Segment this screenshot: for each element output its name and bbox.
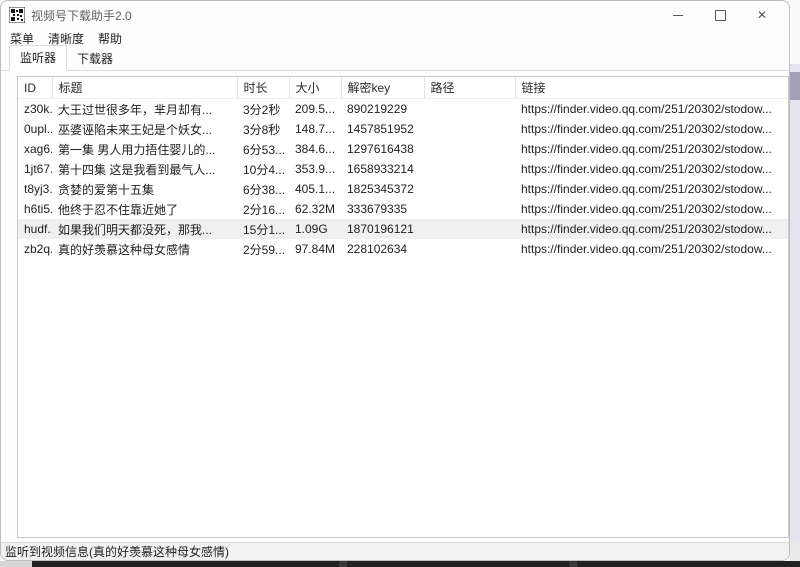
- app-window: 视频号下载助手2.0 ✕ 菜单 清晰度 帮助 监听器 下载器: [0, 0, 790, 561]
- cell-duration: 3分2秒: [237, 99, 289, 120]
- cell-path: [424, 119, 515, 139]
- cell-link: https://finder.video.qq.com/251/20302/st…: [515, 219, 788, 239]
- cell-duration: 2分16...: [237, 199, 289, 219]
- cell-title: 大王过世很多年，芈月却有...: [52, 99, 237, 120]
- table-row[interactable]: t8yj3... 贪婪的爱第十五集 6分38... 405.1... 18253…: [18, 179, 788, 199]
- cell-path: [424, 219, 515, 239]
- cell-title: 他终于忍不住靠近她了: [52, 199, 237, 219]
- cell-duration: 2分59...: [237, 239, 289, 259]
- cell-link: https://finder.video.qq.com/251/20302/st…: [515, 179, 788, 199]
- col-header-id[interactable]: ID: [18, 77, 52, 99]
- cell-path: [424, 139, 515, 159]
- menu-item-menu[interactable]: 菜单: [10, 30, 34, 47]
- cell-id: xag6...: [18, 139, 52, 159]
- cell-link: https://finder.video.qq.com/251/20302/st…: [515, 139, 788, 159]
- title-bar: 视频号下载助手2.0 ✕: [1, 1, 789, 29]
- cell-key: 1658933214: [341, 159, 424, 179]
- cell-title: 如果我们明天都没死，那我...: [52, 219, 237, 239]
- cell-link: https://finder.video.qq.com/251/20302/st…: [515, 239, 788, 259]
- menu-bar: 菜单 清晰度 帮助: [1, 29, 789, 47]
- tab-downloader[interactable]: 下载器: [67, 47, 123, 71]
- desktop: 视频号下载助手2.0 ✕ 菜单 清晰度 帮助 监听器 下载器: [0, 0, 800, 567]
- tab-listener[interactable]: 监听器: [9, 45, 67, 71]
- close-button[interactable]: ✕: [741, 1, 783, 29]
- cell-id: t8yj3...: [18, 179, 52, 199]
- video-table: ID 标题 时长 大小 解密key 路径 链接 z30k... 大王过世很多年，…: [18, 77, 788, 259]
- cell-key: 1825345372: [341, 179, 424, 199]
- cell-size: 1.09G: [289, 219, 341, 239]
- cell-key: 1457851952: [341, 119, 424, 139]
- video-list-container: ID 标题 时长 大小 解密key 路径 链接 z30k... 大王过世很多年，…: [17, 76, 789, 538]
- cell-size: 353.9...: [289, 159, 341, 179]
- cell-title: 巫婆诬陷未来王妃是个妖女...: [52, 119, 237, 139]
- cell-duration: 6分53...: [237, 139, 289, 159]
- cell-duration: 6分38...: [237, 179, 289, 199]
- tab-content-listener: ID 标题 时长 大小 解密key 路径 链接 z30k... 大王过世很多年，…: [1, 71, 789, 542]
- maximize-icon: [715, 10, 726, 21]
- cell-key: 228102634: [341, 239, 424, 259]
- cell-path: [424, 239, 515, 259]
- col-header-path[interactable]: 路径: [424, 77, 515, 99]
- cell-id: 0upl...: [18, 119, 52, 139]
- cell-link: https://finder.video.qq.com/251/20302/st…: [515, 119, 788, 139]
- app-icon: [9, 7, 25, 23]
- background-window-right: [790, 64, 800, 540]
- table-row[interactable]: xag6... 第一集 男人用力捂住婴儿的... 6分53... 384.6..…: [18, 139, 788, 159]
- cell-size: 148.7...: [289, 119, 341, 139]
- cell-size: 62.32M: [289, 199, 341, 219]
- table-row[interactable]: hudf... 如果我们明天都没死，那我... 15分1... 1.09G 18…: [18, 219, 788, 239]
- cell-size: 384.6...: [289, 139, 341, 159]
- menu-item-help[interactable]: 帮助: [98, 30, 122, 47]
- cell-size: 405.1...: [289, 179, 341, 199]
- cell-key: 1297616438: [341, 139, 424, 159]
- cell-path: [424, 199, 515, 219]
- cell-link: https://finder.video.qq.com/251/20302/st…: [515, 159, 788, 179]
- cell-duration: 15分1...: [237, 219, 289, 239]
- cell-path: [424, 179, 515, 199]
- table-row[interactable]: 0upl... 巫婆诬陷未来王妃是个妖女... 3分8秒 148.7... 14…: [18, 119, 788, 139]
- cell-title: 贪婪的爱第十五集: [52, 179, 237, 199]
- cell-key: 890219229: [341, 99, 424, 120]
- cell-duration: 10分4...: [237, 159, 289, 179]
- cell-title: 真的好羡慕这种母女感情: [52, 239, 237, 259]
- table-header-row: ID 标题 时长 大小 解密key 路径 链接: [18, 77, 788, 99]
- status-text: 监听到视频信息(真的好羡慕这种母女感情): [5, 543, 229, 560]
- background-scrollbar-thumb[interactable]: [790, 72, 800, 100]
- cell-id: zb2q...: [18, 239, 52, 259]
- table-row[interactable]: 1jt67... 第十四集 这是我看到最气人... 10分4... 353.9.…: [18, 159, 788, 179]
- cell-duration: 3分8秒: [237, 119, 289, 139]
- cell-link: https://finder.video.qq.com/251/20302/st…: [515, 99, 788, 120]
- minimize-button[interactable]: [657, 1, 699, 29]
- cell-id: hudf...: [18, 219, 52, 239]
- cell-size: 97.84M: [289, 239, 341, 259]
- cell-title: 第一集 男人用力捂住婴儿的...: [52, 139, 237, 159]
- tab-strip: 监听器 下载器: [1, 47, 789, 71]
- cell-id: 1jt67...: [18, 159, 52, 179]
- menu-item-quality[interactable]: 清晰度: [48, 30, 84, 47]
- col-header-duration[interactable]: 时长: [237, 77, 289, 99]
- status-bar: 监听到视频信息(真的好羡慕这种母女感情): [1, 542, 789, 560]
- table-row[interactable]: h6ti5... 他终于忍不住靠近她了 2分16... 62.32M 33367…: [18, 199, 788, 219]
- table-row[interactable]: zb2q... 真的好羡慕这种母女感情 2分59... 97.84M 22810…: [18, 239, 788, 259]
- cell-size: 209.5...: [289, 99, 341, 120]
- col-header-key[interactable]: 解密key: [341, 77, 424, 99]
- col-header-link[interactable]: 链接: [515, 77, 788, 99]
- cell-key: 333679335: [341, 199, 424, 219]
- col-header-title[interactable]: 标题: [52, 77, 237, 99]
- cell-key: 1870196121: [341, 219, 424, 239]
- window-title: 视频号下载助手2.0: [31, 7, 657, 24]
- maximize-button[interactable]: [699, 1, 741, 29]
- col-header-size[interactable]: 大小: [289, 77, 341, 99]
- cell-link: https://finder.video.qq.com/251/20302/st…: [515, 199, 788, 219]
- minimize-icon: [673, 15, 683, 16]
- close-icon: ✕: [757, 9, 767, 21]
- cell-path: [424, 159, 515, 179]
- cell-path: [424, 99, 515, 120]
- table-row[interactable]: z30k... 大王过世很多年，芈月却有... 3分2秒 209.5... 89…: [18, 99, 788, 120]
- cell-id: z30k...: [18, 99, 52, 120]
- cell-id: h6ti5...: [18, 199, 52, 219]
- window-controls: ✕: [657, 1, 783, 29]
- cell-title: 第十四集 这是我看到最气人...: [52, 159, 237, 179]
- background-taskbar: [32, 561, 800, 567]
